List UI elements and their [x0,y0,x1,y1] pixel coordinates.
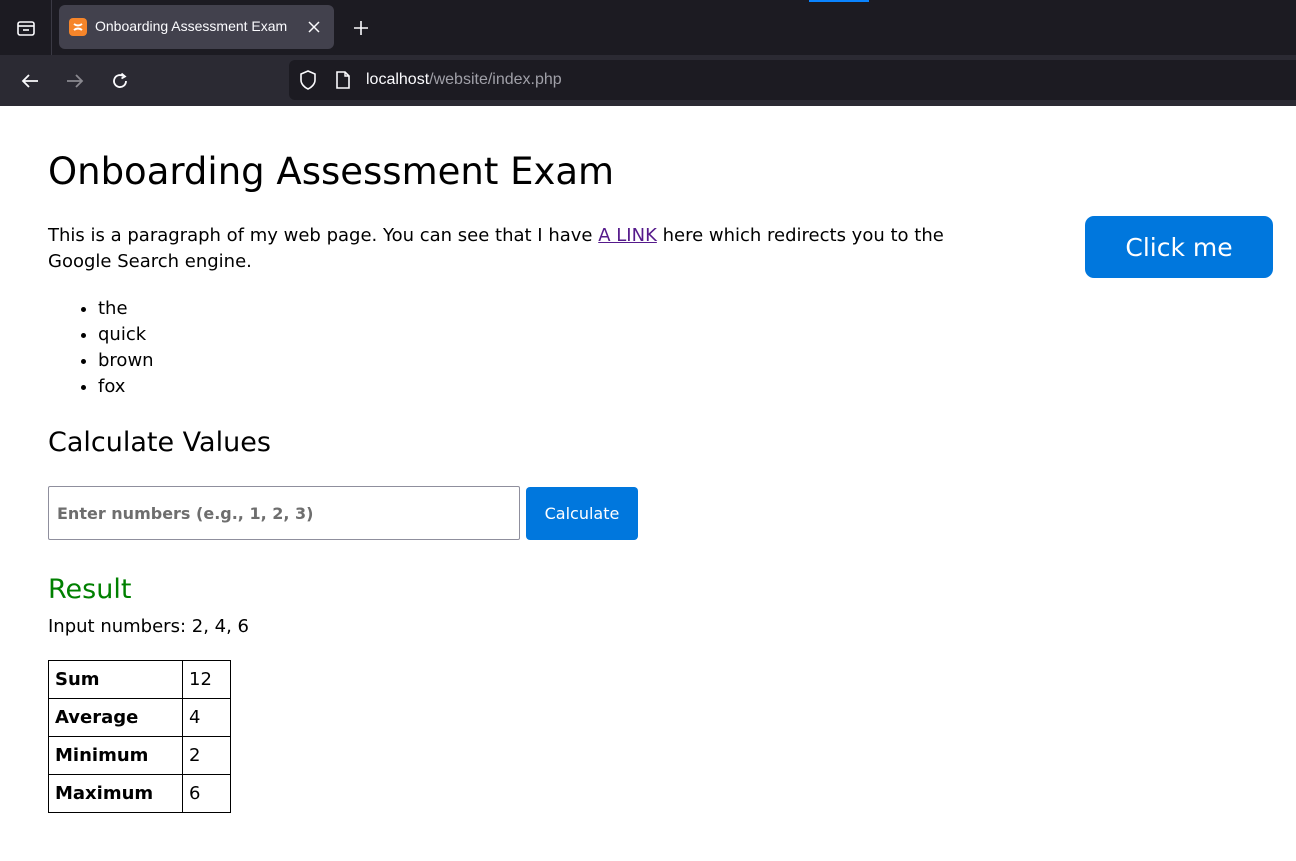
stat-value: 12 [182,660,231,699]
results-table: Sum 12 Average 4 Minimum 2 Maximum 6 [48,660,231,813]
url-text[interactable]: localhost/website/index.php [366,71,562,89]
numbers-input[interactable] [48,486,520,540]
back-button[interactable] [14,65,46,97]
xampp-favicon-icon [69,18,87,36]
calculate-heading: Calculate Values [48,427,271,458]
list-item: brown [98,348,154,374]
stat-value: 2 [182,736,231,775]
table-row: Maximum 6 [48,774,231,813]
arrow-left-icon [21,74,38,88]
reload-icon [113,72,127,88]
page-title: Onboarding Assessment Exam [48,150,615,193]
intro-paragraph: This is a paragraph of my web page. You … [48,223,968,275]
url-host: localhost [366,71,430,88]
list-item: fox [98,374,154,400]
result-heading: Result [48,574,132,605]
table-row: Average 4 [48,698,231,737]
tab-title: Onboarding Assessment Exam [95,18,288,34]
stat-label: Minimum [48,736,183,775]
list-item: quick [98,322,154,348]
stat-label: Average [48,698,183,737]
new-tab-button[interactable] [348,15,374,41]
stat-label: Sum [48,660,183,699]
table-row: Sum 12 [48,660,231,699]
word-list: the quick brown fox [48,296,154,400]
table-row: Minimum 2 [48,736,231,775]
stat-value: 6 [182,774,231,813]
tab-strip: Onboarding Assessment Exam [0,0,1296,55]
page-icon[interactable] [335,71,351,93]
url-path: /website/index.php [429,71,562,88]
arrow-right-icon [67,74,84,88]
click-me-button[interactable]: Click me [1085,216,1273,278]
list-item: the [98,296,154,322]
google-link[interactable]: A LINK [598,225,657,246]
list-all-tabs-button[interactable] [0,0,52,55]
paragraph-text-before: This is a paragraph of my web page. You … [48,225,599,246]
navigation-toolbar: localhost/website/index.php [0,55,1296,106]
window-accent-bar [809,0,869,2]
shield-icon[interactable] [299,70,317,94]
input-numbers-text: Input numbers: 2, 4, 6 [48,616,249,637]
url-bar[interactable]: localhost/website/index.php [289,60,1296,100]
plus-icon [354,21,368,35]
forward-button[interactable] [59,65,91,97]
reload-button[interactable] [104,65,136,97]
close-tab-icon[interactable] [304,17,324,37]
tab-onboarding[interactable]: Onboarding Assessment Exam [59,5,334,49]
stat-label: Maximum [48,774,183,813]
stat-value: 4 [182,698,231,737]
calculate-button[interactable]: Calculate [526,487,638,540]
browser-chrome: Onboarding Assessment Exam localhost/web… [0,0,1296,106]
tabs-list-icon [16,20,35,36]
